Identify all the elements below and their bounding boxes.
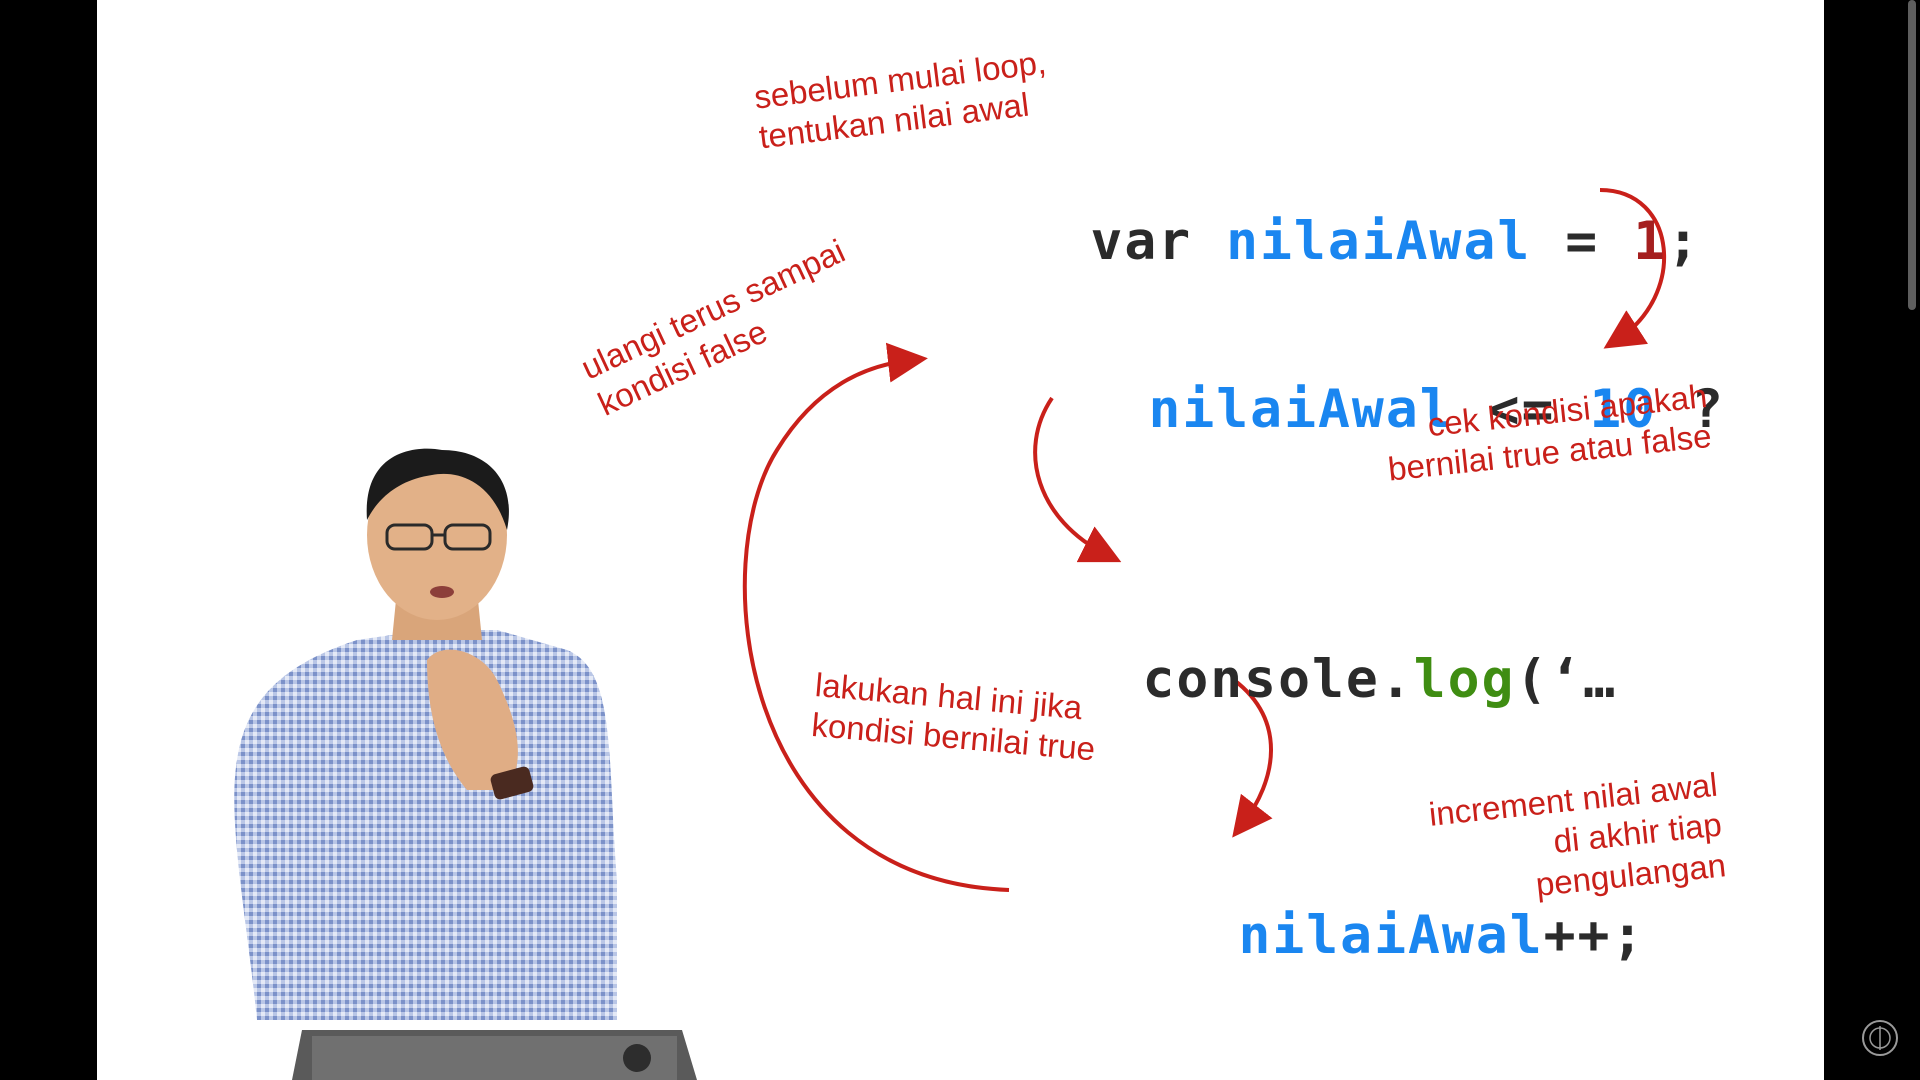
video-player[interactable]: var nilaiAwal = 1; nilaiAwal <= 10 ? con… bbox=[0, 0, 1920, 1080]
presenter-video bbox=[234, 448, 697, 1080]
scrollbar-thumb[interactable] bbox=[1908, 0, 1916, 310]
lecture-slide: var nilaiAwal = 1; nilaiAwal <= 10 ? con… bbox=[97, 0, 1824, 1080]
lock-badge-icon[interactable] bbox=[1860, 1018, 1900, 1058]
